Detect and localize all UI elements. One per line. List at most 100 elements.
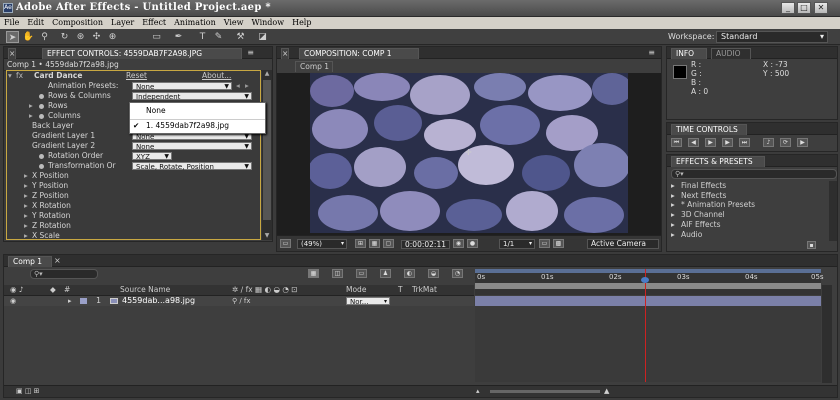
trkmat-header[interactable]: TrkMat — [412, 285, 437, 295]
expand-triangle-icon[interactable]: ▸ — [24, 181, 28, 191]
playhead[interactable] — [645, 269, 646, 382]
effects-search-input[interactable]: ⚲▾ — [671, 169, 837, 179]
expand-triangle-icon[interactable]: ▸ — [29, 111, 33, 121]
timeline-search-input[interactable]: ⚲▾ — [30, 269, 98, 279]
new-folder-icon[interactable]: ▪ — [807, 241, 816, 249]
gradient-layer-2-dropdown[interactable]: None ▼ — [132, 142, 252, 151]
panel-close-icon[interactable]: × — [281, 48, 289, 59]
blend-mode-dropdown[interactable]: Nor... ▾ — [346, 297, 390, 306]
menu-composition[interactable]: Composition — [48, 17, 107, 29]
effect-header-row[interactable]: ▾ fx Card Dance Reset About... — [4, 71, 274, 81]
scroll-down-icon[interactable]: ▼ — [263, 232, 271, 240]
zoom-tool-icon[interactable]: ⚲ — [38, 31, 51, 43]
show-channel-icon[interactable]: ● — [467, 239, 478, 248]
layer-name[interactable]: 4559dab...a98.jpg — [122, 296, 195, 306]
rotation-tool-icon[interactable]: ↻ — [58, 31, 71, 43]
hand-tool-icon[interactable]: ✋ — [22, 31, 35, 43]
fx-icon[interactable]: fx — [16, 71, 23, 81]
tab-effect-controls[interactable]: EFFECT CONTROLS: 4559dab7f2a98.jpg — [42, 48, 242, 59]
pan-behind-tool-icon[interactable]: ✣ — [90, 31, 103, 43]
tab-audio[interactable]: AUDIO — [711, 48, 751, 59]
tab-timeline-comp[interactable]: Comp 1 — [8, 256, 52, 267]
expand-triangle-icon[interactable]: ▸ — [68, 296, 72, 306]
popup-item-none[interactable]: None — [130, 105, 265, 117]
workspace-select[interactable]: Standard ▾ — [716, 31, 828, 43]
stopwatch-icon[interactable] — [39, 94, 44, 99]
panel-close-icon[interactable]: × — [54, 256, 61, 265]
loop-icon[interactable]: ⟳ — [780, 138, 791, 147]
visibility-eye-icon[interactable]: ◉ — [10, 296, 16, 306]
effects-category-item[interactable]: ▸ Next Effects — [667, 191, 827, 201]
tab-effects-presets[interactable]: EFFECTS & PRESETS — [671, 156, 765, 167]
expand-triangle-icon[interactable]: ▸ — [24, 221, 28, 231]
tab-time-controls[interactable]: TIME CONTROLS — [671, 124, 747, 135]
maximize-button[interactable]: □ — [797, 2, 811, 14]
zoom-out-icon[interactable]: ▴ — [476, 386, 480, 397]
layer-duration-bar[interactable] — [475, 296, 821, 306]
time-navigator[interactable] — [475, 283, 821, 289]
magnification-icon[interactable]: ▭ — [280, 239, 291, 248]
expand-triangle-icon[interactable]: ▸ — [24, 171, 28, 181]
scrollbar-thumb[interactable] — [263, 80, 271, 220]
first-frame-icon[interactable]: ⏮ — [671, 138, 682, 147]
tab-composition[interactable]: COMPOSITION: Comp 1 — [299, 48, 419, 59]
rectangle-mask-tool-icon[interactable]: ▭ — [150, 31, 163, 43]
comp-viewer[interactable]: ✛ — [277, 73, 661, 235]
next-preset-icon[interactable]: ▸ — [245, 81, 249, 91]
zoom-slider[interactable] — [490, 390, 600, 393]
grid-icon[interactable]: ▦ — [369, 239, 380, 248]
menu-effect[interactable]: Effect — [138, 17, 170, 29]
mask-visibility-icon[interactable]: ▢ — [383, 239, 394, 248]
mode-header[interactable]: Mode — [346, 285, 366, 295]
previous-frame-icon[interactable]: ◀ — [688, 138, 699, 147]
clone-stamp-tool-icon[interactable]: ⚒ — [234, 31, 247, 43]
brush-tool-icon[interactable]: ✎ — [212, 31, 225, 43]
expand-triangle-icon[interactable]: ▸ — [24, 191, 28, 201]
stopwatch-icon[interactable] — [39, 164, 44, 169]
graph-editor-icon[interactable]: ◔ — [452, 269, 463, 278]
label-color-icon[interactable] — [80, 298, 87, 304]
play-icon[interactable]: ▶ — [705, 138, 716, 147]
stopwatch-icon[interactable] — [39, 154, 44, 159]
effect-controls-scrollbar[interactable]: ▲ ▼ — [262, 70, 272, 240]
transformation-order-dropdown[interactable]: Scale, Rotate, Position ▼ — [132, 162, 252, 171]
panel-close-icon[interactable]: × — [8, 48, 16, 59]
close-button[interactable]: ✕ — [814, 2, 828, 14]
popup-item-layer-1[interactable]: ✔ 1. 4559dab7f2a98.jpg — [130, 119, 265, 131]
frame-blending-icon[interactable]: ◐ — [404, 269, 415, 278]
stopwatch-icon[interactable] — [39, 114, 44, 119]
menu-help[interactable]: Help — [288, 17, 315, 29]
comp-breadcrumb-tab[interactable]: Comp 1 — [295, 61, 333, 72]
ram-preview-icon[interactable]: ▶ — [797, 138, 808, 147]
effects-category-item[interactable]: ▸ * Animation Presets — [667, 200, 827, 210]
draft-3d-icon[interactable]: ▭ — [356, 269, 367, 278]
current-time-display[interactable]: 0:00:02:11 — [401, 240, 450, 249]
motion-blur-icon[interactable]: ◒ — [428, 269, 439, 278]
playhead-handle-icon[interactable] — [641, 277, 649, 283]
safe-margins-icon[interactable]: ⊞ — [355, 239, 366, 248]
live-update-icon[interactable]: ◫ — [332, 269, 343, 278]
menu-animation[interactable]: Animation — [170, 17, 220, 29]
effects-scrollbar[interactable] — [829, 181, 837, 241]
source-name-header[interactable]: Source Name — [120, 285, 170, 295]
expand-triangle-icon[interactable]: ▸ — [24, 231, 28, 241]
zoom-dropdown[interactable]: (49%) ▾ — [297, 239, 347, 249]
expand-triangle-icon[interactable]: ▸ — [24, 201, 28, 211]
panel-menu-icon[interactable]: ≡ — [247, 48, 254, 57]
menu-layer[interactable]: Layer — [107, 17, 138, 29]
type-tool-icon[interactable]: T — [196, 31, 209, 43]
hide-shy-layers-icon[interactable]: ♟ — [380, 269, 391, 278]
pen-tool-icon[interactable]: ✒ — [172, 31, 185, 43]
rotation-order-dropdown[interactable]: XYZ ▼ — [132, 152, 172, 161]
menu-file[interactable]: File — [0, 17, 23, 29]
panel-menu-icon[interactable]: ≡ — [648, 48, 655, 57]
resolution-dropdown[interactable]: 1/1 ▾ — [499, 239, 535, 249]
reset-link[interactable]: Reset — [126, 71, 147, 81]
next-frame-icon[interactable]: ▶ — [722, 138, 733, 147]
work-area-bar[interactable] — [475, 269, 821, 273]
menu-window[interactable]: Window — [248, 17, 289, 29]
effects-category-item[interactable]: ▸ AIF Effects — [667, 220, 827, 230]
orbit-camera-tool-icon[interactable]: ⊛ — [74, 31, 87, 43]
time-ruler[interactable]: 0s 01s 02s 03s 04s 05s — [475, 269, 824, 295]
effects-category-item[interactable]: ▸ 3D Channel — [667, 210, 827, 220]
